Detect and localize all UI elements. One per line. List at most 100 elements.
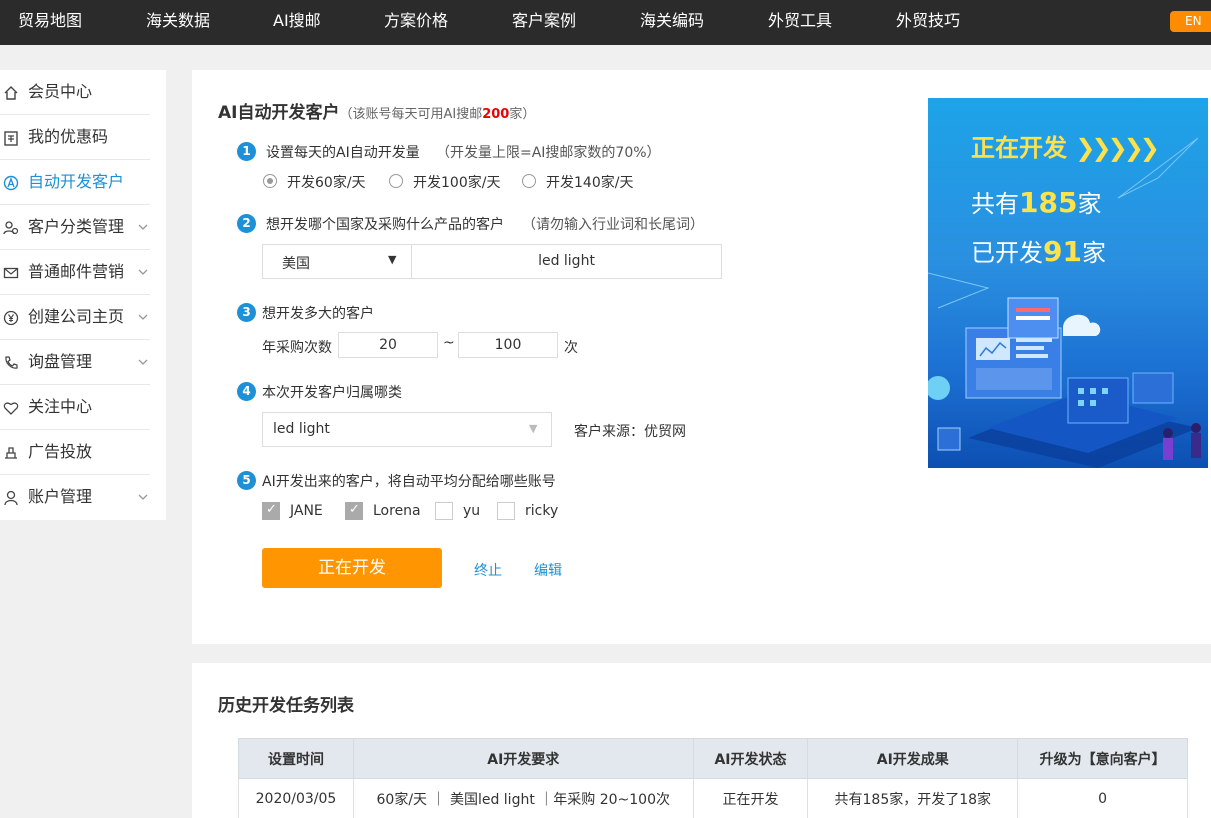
sidebar-item-label: 账户管理	[28, 487, 93, 506]
dev-progress-banner: 正在开发 ❯❯❯❯❯ 共有185家 已开发91家	[928, 98, 1208, 468]
sidebar-item-label: 客户分类管理	[28, 217, 125, 236]
sidebar-item-label: 询盘管理	[28, 352, 93, 371]
step-5-number: 5	[237, 471, 256, 490]
column-header: 设置时间	[238, 738, 354, 779]
country-select[interactable]: 美国 ▼	[262, 244, 412, 279]
purchase-count-label: 年采购次数	[262, 340, 332, 356]
sidebar-item-company-homepage[interactable]: 创建公司主页	[0, 295, 150, 340]
banner-developed: 已开发91家	[971, 235, 1106, 268]
category-select[interactable]: led light ▼	[262, 412, 552, 447]
sidebar-item-inquiries[interactable]: 询盘管理	[0, 340, 150, 385]
sidebar-item-account[interactable]: 账户管理	[0, 475, 150, 520]
sidebar-item-auto-dev[interactable]: 自动开发客户	[0, 160, 150, 205]
max-purchase-input[interactable]: 100	[458, 332, 558, 358]
page-title-row: AI自动开发客户（该账号每天可用AI搜邮200家）	[218, 98, 535, 123]
cell-upgraded: 0	[1017, 778, 1188, 818]
mail-icon	[3, 267, 19, 279]
sidebar: 会员中心 我的优惠码 自动开发客户 客户分类管理 普通邮件营销 创建公司主页 询…	[0, 70, 166, 520]
top-nav: 贸易地图 海关数据 AI搜邮 方案价格 客户案例 海关编码 外贸工具 外贸技巧 …	[0, 0, 1211, 45]
radio-100-label: 开发100家/天	[413, 175, 501, 191]
developing-button[interactable]: 正在开发	[262, 548, 442, 588]
chevron-down-icon	[138, 269, 148, 275]
yen-icon	[3, 310, 19, 326]
category-value: led light	[273, 421, 330, 437]
sidebar-item-label: 关注中心	[28, 397, 93, 416]
sidebar-item-label: 自动开发客户	[28, 172, 125, 191]
edit-link[interactable]: 编辑	[534, 560, 562, 580]
step-4-number: 4	[237, 382, 256, 401]
column-header: AI开发成果	[807, 738, 1019, 779]
nav-tips[interactable]: 外贸技巧	[896, 0, 960, 45]
step-2-note: （请勿输入行业词和长尾词）	[522, 217, 704, 233]
step-1-number: 1	[237, 142, 256, 161]
radio-60[interactable]	[263, 174, 277, 188]
sidebar-item-follow-center[interactable]: 关注中心	[0, 385, 150, 430]
sidebar-item-ads[interactable]: 广告投放	[0, 430, 150, 475]
caret-down-icon: ▼	[529, 422, 538, 435]
account-label-jane: JANE	[290, 503, 323, 519]
cell-status: 正在开发	[692, 778, 809, 818]
home-icon	[4, 86, 18, 100]
customer-source: 客户来源：优贸网	[574, 424, 686, 440]
chevron-down-icon	[138, 359, 148, 365]
sidebar-item-label: 广告投放	[28, 442, 93, 461]
nav-cases[interactable]: 客户案例	[512, 0, 576, 45]
sidebar-item-email-marketing[interactable]: 普通邮件营销	[0, 250, 150, 295]
radio-60-label: 开发60家/天	[287, 175, 366, 191]
cell-requirements: 60家/天 ｜ 美国led light ｜年采购 20~100次	[352, 778, 694, 818]
nav-pricing[interactable]: 方案价格	[384, 0, 448, 45]
nav-trade-map[interactable]: 贸易地图	[18, 0, 82, 45]
step-2-number: 2	[237, 214, 256, 233]
step-4-text: 本次开发客户归属哪类	[262, 385, 402, 401]
account-checkbox-jane[interactable]	[262, 502, 280, 520]
language-button[interactable]: EN	[1170, 11, 1211, 32]
radio-140[interactable]	[522, 174, 536, 188]
product-input[interactable]: led light	[412, 244, 722, 279]
step-1-note: （开发量上限=AI搜邮家数的70%）	[436, 145, 661, 161]
quota-note: （该账号每天可用AI搜邮200家）	[339, 107, 536, 122]
arrows-icon: ❯❯❯❯❯	[1075, 134, 1160, 162]
step-1-text: 设置每天的AI自动开发量	[266, 145, 420, 161]
phone-icon	[5, 356, 18, 369]
sidebar-item-label: 普通邮件营销	[28, 262, 125, 281]
nav-tools[interactable]: 外贸工具	[768, 0, 832, 45]
history-title: 历史开发任务列表	[218, 696, 354, 716]
unit-label: 次	[564, 340, 578, 356]
nav-customs-data[interactable]: 海关数据	[146, 0, 210, 45]
account-label-lorena: Lorena	[373, 503, 421, 519]
banner-headline: 正在开发 ❯❯❯❯❯	[971, 134, 1160, 162]
step-2-text: 想开发哪个国家及采购什么产品的客户	[266, 217, 504, 233]
cell-date: 2020/03/05	[238, 778, 354, 818]
history-table: 设置时间 AI开发要求 AI开发状态 AI开发成果 升级为【意向客户】 2020…	[238, 738, 1188, 818]
step-5-text: AI开发出来的客户，将自动平均分配给哪些账号	[262, 474, 556, 490]
account-label-yu: yu	[463, 503, 481, 519]
heart-icon	[3, 402, 19, 415]
stop-link[interactable]: 终止	[474, 560, 502, 580]
radio-100[interactable]	[389, 174, 403, 188]
sidebar-item-label: 创建公司主页	[28, 307, 125, 326]
banner-total: 共有185家	[971, 186, 1102, 219]
ad-icon	[5, 447, 17, 459]
country-value: 美国	[282, 256, 310, 272]
coupon-icon	[4, 131, 18, 146]
customers-icon	[3, 221, 19, 235]
sidebar-item-label: 我的优惠码	[28, 127, 109, 146]
sidebar-item-member-center[interactable]: 会员中心	[0, 70, 150, 115]
account-label-ricky: ricky	[525, 503, 559, 519]
sidebar-item-label: 会员中心	[28, 82, 93, 101]
history-panel: 历史开发任务列表 设置时间 AI开发要求 AI开发状态 AI开发成果 升级为【意…	[192, 663, 1211, 818]
step-3-number: 3	[237, 303, 256, 322]
account-checkbox-lorena[interactable]	[345, 502, 363, 520]
nav-hs-codes[interactable]: 海关编码	[640, 0, 704, 45]
column-header: AI开发要求	[352, 738, 694, 779]
min-purchase-input[interactable]: 20	[338, 332, 438, 358]
radio-140-label: 开发140家/天	[546, 175, 634, 191]
chevron-down-icon	[138, 224, 148, 230]
sidebar-item-coupons[interactable]: 我的优惠码	[0, 115, 150, 160]
account-checkbox-ricky[interactable]	[497, 502, 515, 520]
nav-ai-search[interactable]: AI搜邮	[273, 0, 321, 45]
range-separator: ~	[443, 335, 455, 351]
user-icon	[4, 490, 18, 506]
account-checkbox-yu[interactable]	[435, 502, 453, 520]
sidebar-item-customer-categories[interactable]: 客户分类管理	[0, 205, 150, 250]
